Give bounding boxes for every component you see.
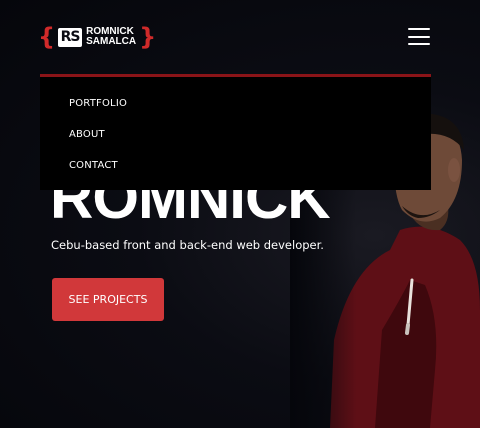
brand-logo[interactable]: { RS ROMNICK SAMALCA } [38, 24, 156, 50]
hamburger-menu-icon[interactable] [408, 28, 430, 45]
logo-line-2: SAMALCA [86, 36, 137, 47]
hero-subtitle: Cebu-based front and back-end web develo… [51, 238, 324, 252]
hamburger-bar [408, 43, 430, 45]
logo-mark: RS [58, 27, 83, 47]
logo-brace-close: } [139, 23, 157, 51]
logo-brace-open: { [38, 23, 56, 51]
menu-item-portfolio[interactable]: PORTFOLIO [69, 98, 127, 109]
menu-item-contact[interactable]: CONTACT [69, 160, 118, 171]
nav-dropdown-menu: PORTFOLIO ABOUT CONTACT [40, 74, 431, 190]
logo-wordmark: ROMNICK SAMALCA [86, 27, 136, 47]
menu-item-about[interactable]: ABOUT [69, 129, 105, 140]
see-projects-button[interactable]: SEE PROJECTS [52, 278, 164, 321]
hamburger-bar [408, 28, 430, 30]
hamburger-bar [408, 35, 430, 38]
